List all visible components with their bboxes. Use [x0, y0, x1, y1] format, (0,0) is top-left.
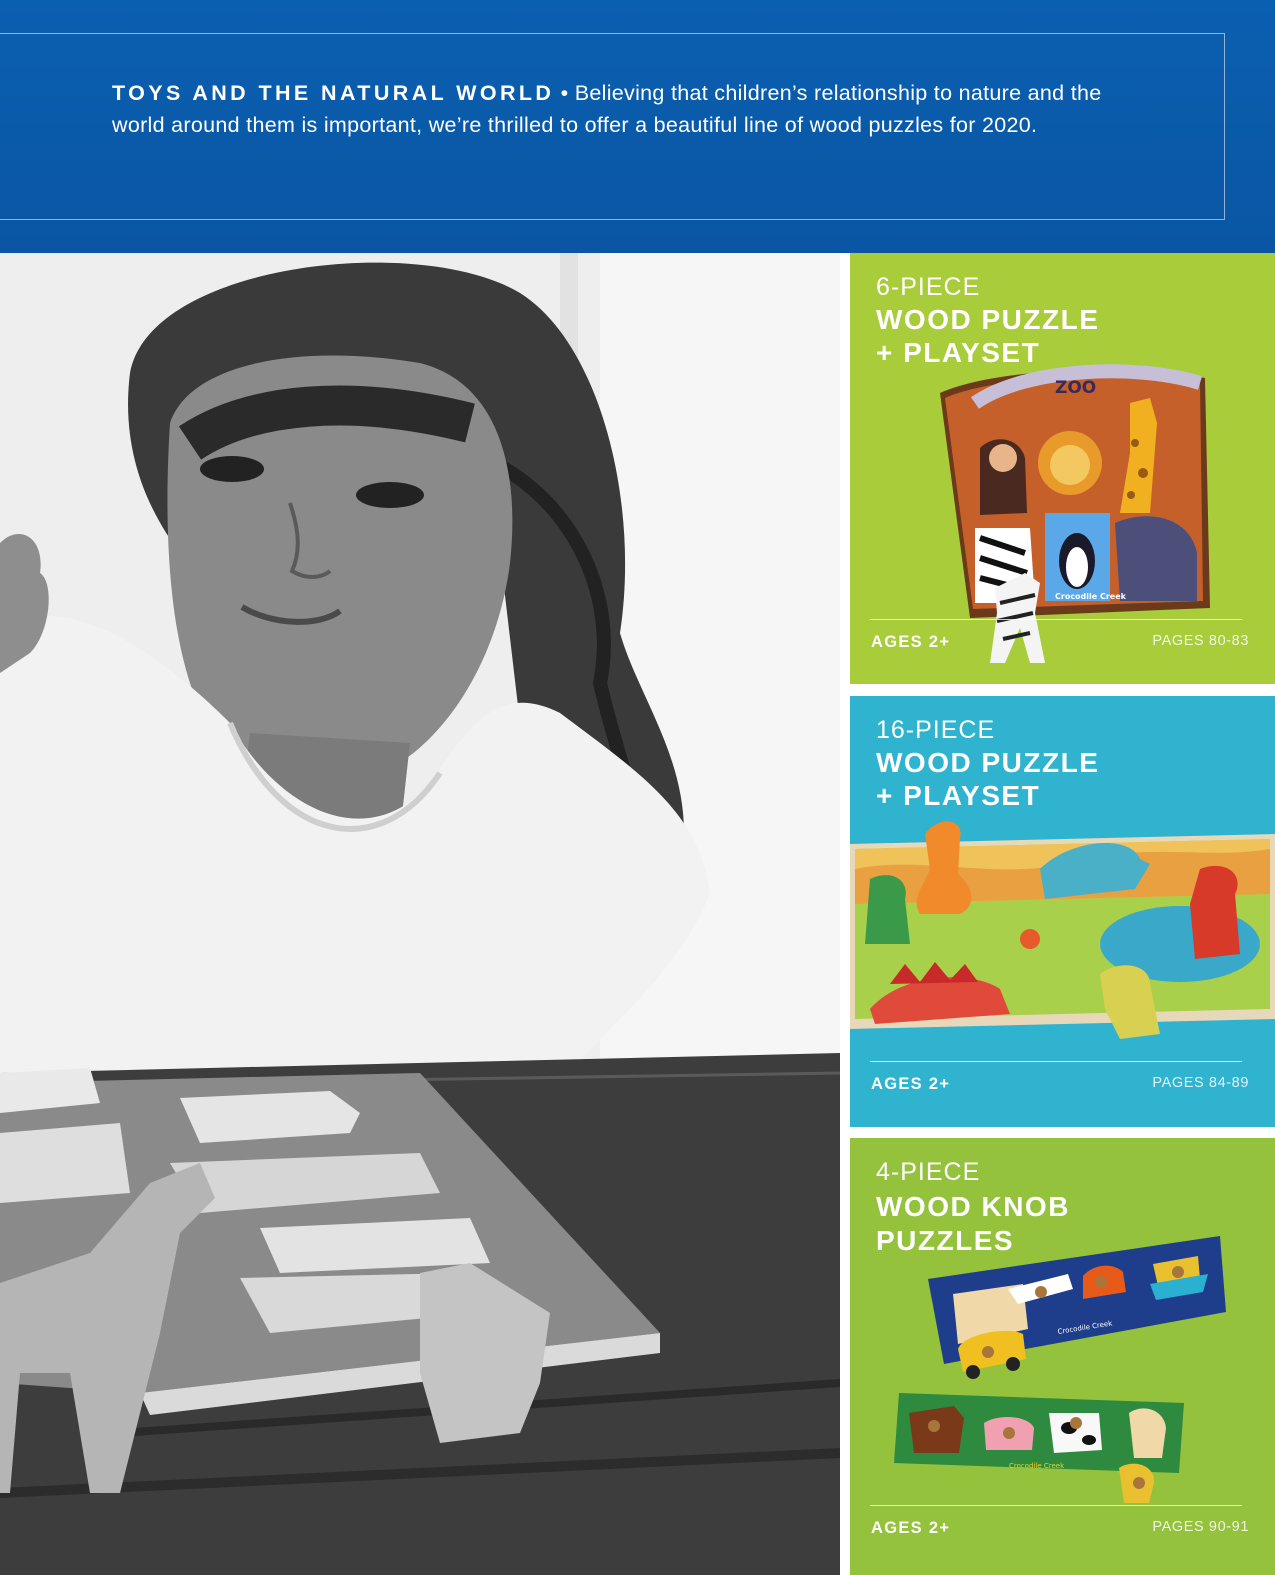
panel-pieces: 4-PIECE	[876, 1158, 981, 1186]
panel-pieces: 16-PIECE	[876, 716, 996, 744]
panel-divider	[870, 619, 1242, 620]
product-panel-zoo[interactable]: 6-PIECE WOOD PUZZLE + PLAYSET ZOO Crocod…	[850, 253, 1275, 684]
photo-illustration	[0, 253, 840, 1575]
panel-divider	[870, 1061, 1242, 1062]
panel-title-line1: WOOD PUZZLE	[876, 304, 1100, 335]
zoo-brand: Crocodile Creek	[1055, 592, 1127, 601]
zoo-sign: ZOO	[1055, 378, 1096, 398]
zoo-puzzle-image: ZOO Crocodile Creek	[940, 364, 1210, 663]
panel-ages: AGES 2+	[871, 1075, 951, 1093]
product-panel-dinosaur[interactable]: 16-PIECE WOOD PUZZLE + PLAYSET AGES 2+ P…	[850, 696, 1275, 1127]
panel-pages: PAGES 80-83	[1152, 633, 1249, 649]
panel-pages: PAGES 90-91	[1152, 1519, 1249, 1535]
header-kicker: TOYS AND THE NATURAL WORLD	[112, 81, 555, 105]
panel-title-line1: WOOD KNOB	[876, 1191, 1070, 1222]
farm-brand: Crocodile Creek	[1009, 1462, 1065, 1470]
product-panel-knob[interactable]: 4-PIECE WOOD KNOB PUZZLES Crocodile Cree…	[850, 1138, 1275, 1575]
panel-pages: PAGES 84-89	[1152, 1075, 1249, 1091]
child-puzzle-photo	[0, 253, 840, 1575]
farm-knob-puzzle-image: Crocodile Creek	[894, 1393, 1184, 1503]
panel-ages: AGES 2+	[871, 633, 951, 651]
dinosaur-puzzle-image	[850, 821, 1275, 1039]
panel-ages: AGES 2+	[871, 1519, 951, 1537]
panel-divider	[870, 1505, 1242, 1506]
header-intro: TOYS AND THE NATURAL WORLD • Believing t…	[112, 78, 1102, 141]
panel-pieces: 6-PIECE	[876, 273, 981, 301]
vehicle-knob-puzzle-image: Crocodile Creek	[928, 1236, 1226, 1379]
header-banner: TOYS AND THE NATURAL WORLD • Believing t…	[0, 0, 1275, 253]
panel-title-line2: + PLAYSET	[876, 780, 1041, 811]
header-bullet: •	[554, 81, 575, 105]
panel-title-line1: WOOD PUZZLE	[876, 747, 1100, 778]
